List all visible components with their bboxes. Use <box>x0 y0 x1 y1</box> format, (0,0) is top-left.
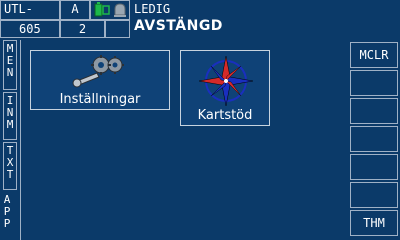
mode-cell: A <box>60 0 90 20</box>
main-divider <box>20 40 21 240</box>
softkey-2[interactable] <box>350 70 398 96</box>
tab-letter: P <box>3 217 11 230</box>
settings-app-tile[interactable]: Inställningar <box>30 50 170 110</box>
map-support-app-label: Kartstöd <box>197 108 253 123</box>
tab-letter: N <box>6 66 14 79</box>
unit-label: UTL- <box>4 2 33 16</box>
unit-label-cell: UTL- <box>0 0 60 20</box>
tab-letter: M <box>6 118 14 131</box>
battery-icon <box>94 2 110 17</box>
tab-letter: T <box>6 168 14 181</box>
compass-rose-icon <box>198 55 254 107</box>
tab-inm[interactable]: I N M <box>3 92 17 140</box>
softkey-5[interactable] <box>350 154 398 180</box>
softkey-4[interactable] <box>350 126 398 152</box>
bell-icon <box>114 3 126 17</box>
settings-app-label: Inställningar <box>59 92 141 107</box>
tab-men[interactable]: M E N <box>3 40 17 90</box>
unit-number-cell: 605 <box>0 20 60 38</box>
softkey-1[interactable]: MCLR <box>350 42 398 68</box>
status-line-2: AVSTÄNGD <box>134 18 223 34</box>
header-bar: UTL- A 605 2 LEDIG AVSTÄNGD <box>0 0 400 38</box>
wrench-gears-icon <box>72 55 124 88</box>
status-icons-cell <box>90 0 130 20</box>
mode-indicator: A <box>71 2 79 16</box>
status-line-1: LEDIG <box>134 2 171 16</box>
empty-cell <box>105 20 130 38</box>
softkey-7[interactable]: THM <box>350 210 398 236</box>
unit-number: 605 <box>19 22 41 36</box>
channel-number: 2 <box>78 22 87 36</box>
tab-app[interactable]: A P P <box>0 192 14 238</box>
channel-cell: 2 <box>60 20 105 38</box>
softkey-6[interactable] <box>350 182 398 208</box>
tab-txt[interactable]: T X T <box>3 142 17 190</box>
softkey-3[interactable] <box>350 98 398 124</box>
map-support-app-tile[interactable]: Kartstöd <box>180 50 270 126</box>
